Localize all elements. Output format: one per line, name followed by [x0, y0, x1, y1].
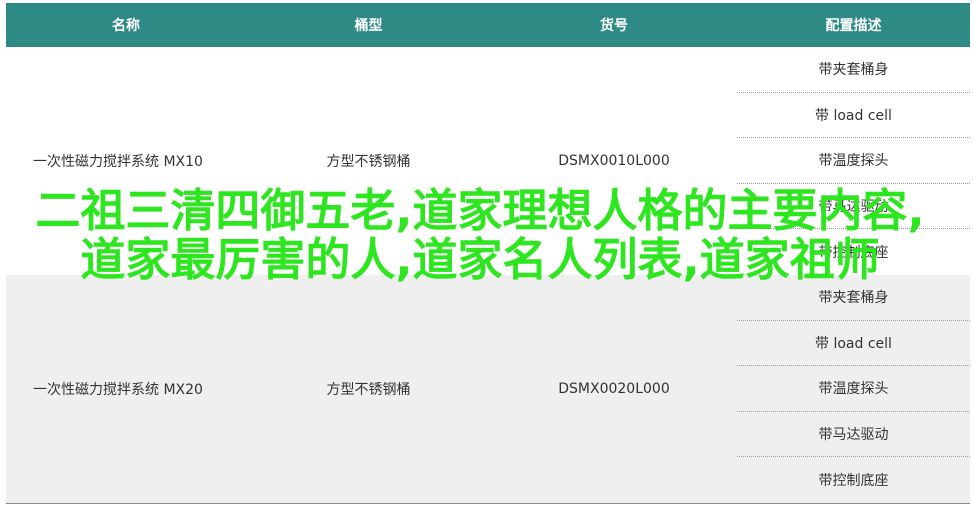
config-item: 带夹套桶身 [737, 47, 970, 93]
header-config: 配置描述 [825, 18, 882, 34]
config-list: 带夹套桶身 带 load cell 带温度探头 带马达驱动 带控制底座 [737, 275, 970, 503]
config-item: 带温度探头 [737, 366, 970, 412]
overlay-headline: 二祖三清四御五老,道家理想人格的主要内容,道家最厉害的人,道家名人列表,道家祖师 [35, 184, 925, 286]
header-name: 名称 [112, 18, 140, 34]
config-item: 带 load cell [737, 93, 970, 139]
config-item: 带马达驱动 [737, 412, 970, 458]
table-header: 名称 桶型 货号 配置描述 [6, 3, 970, 47]
header-type: 桶型 [354, 18, 383, 34]
product-sku: DSMX0020L000 [558, 381, 670, 397]
config-item: 带 load cell [737, 321, 970, 367]
config-item: 带温度探头 [737, 138, 970, 184]
table-row: 一次性磁力搅拌系统 MX20 方型不锈钢桶 DSMX0020L000 带夹套桶身… [6, 275, 970, 504]
product-type: 方型不锈钢桶 [326, 382, 411, 398]
product-name: 一次性磁力搅拌系统 MX20 [33, 382, 203, 398]
header-sku: 货号 [600, 18, 628, 34]
config-item: 带控制底座 [818, 473, 889, 490]
